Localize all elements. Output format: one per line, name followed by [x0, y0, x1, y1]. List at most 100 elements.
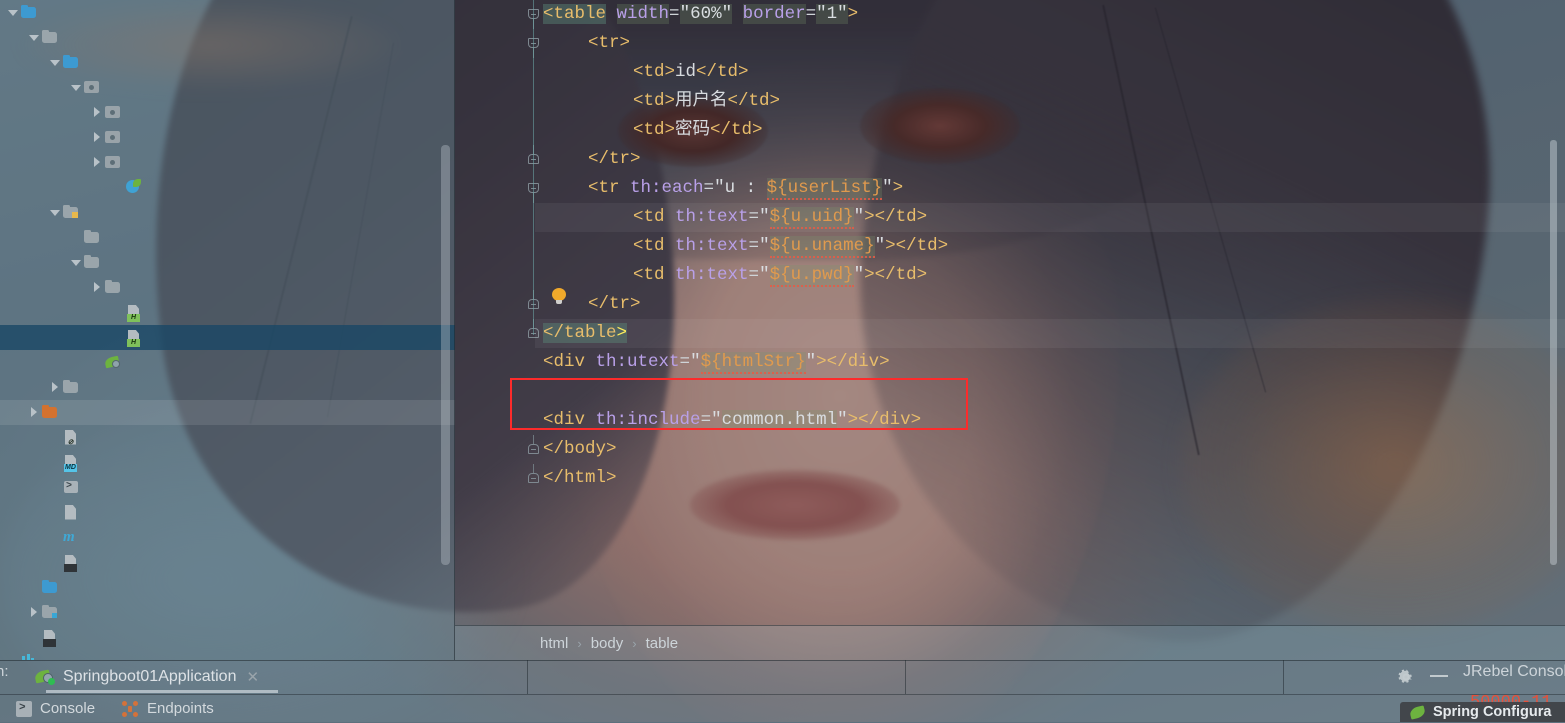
- code-line[interactable]: <td>id</td>: [535, 58, 749, 87]
- project-tree-item-help-md[interactable]: MD: [0, 450, 455, 475]
- project-tree-item-static[interactable]: [0, 225, 455, 250]
- minimize-icon[interactable]: [1430, 675, 1448, 677]
- project-tree-item-application-yml[interactable]: [0, 350, 455, 375]
- editor-code-area[interactable]: <table width="60%" border="1"> <tr> <td>id…: [535, 0, 1565, 625]
- breadcrumb[interactable]: html › body › table: [455, 625, 1565, 660]
- run-tool-window-label: n:: [0, 663, 9, 680]
- chevron-right-icon[interactable]: [27, 400, 41, 425]
- project-tree-item-configurationproperties[interactable]: [0, 100, 455, 125]
- project-tree-item-test[interactable]: [0, 375, 455, 400]
- project-tree-item-com-tanle-springboot01[interactable]: [0, 75, 455, 100]
- run-subtabs[interactable]: Console Endpoints: [16, 695, 240, 722]
- spring-boot-class-icon: [125, 175, 143, 200]
- code-line[interactable]: </table>: [535, 319, 1565, 348]
- spring-configuration-popup[interactable]: Spring Configura: [1400, 702, 1565, 722]
- code-line[interactable]: </body>: [535, 435, 617, 464]
- breadcrumb-item-html[interactable]: html: [540, 635, 568, 652]
- breadcrumb-item-body[interactable]: body: [591, 635, 624, 652]
- project-tree-item-springboot01application[interactable]: [0, 175, 455, 200]
- markdown-file-icon: MD: [62, 450, 80, 475]
- chevron-right-icon[interactable]: [48, 375, 62, 400]
- code-token: </td>: [696, 62, 749, 82]
- code-token: >: [864, 265, 875, 285]
- breadcrumb-item-table[interactable]: table: [646, 635, 679, 652]
- project-tree-item-resources[interactable]: [0, 200, 455, 225]
- subtab-endpoints[interactable]: Endpoints: [121, 700, 214, 717]
- chevron-down-icon[interactable]: [48, 50, 62, 75]
- folder-icon: [83, 250, 101, 275]
- code-line[interactable]: <td>用户名</td>: [535, 87, 780, 116]
- code-line[interactable]: <td th:text="${u.uid}"></td>: [535, 203, 1565, 232]
- project-tree-item-mvnw-cmd[interactable]: [0, 500, 455, 525]
- project-tree-item-t243-iml[interactable]: [0, 625, 455, 650]
- code-token: 用户名: [675, 91, 728, 111]
- code-token: </td>: [874, 207, 928, 227]
- project-tree-item-controller[interactable]: [0, 125, 455, 150]
- chevron-right-icon[interactable]: [27, 600, 41, 625]
- code-line[interactable]: <td th:text="${u.pwd}"></td>: [535, 261, 927, 290]
- gear-icon[interactable]: [1396, 667, 1416, 687]
- run-tab-springboot01application[interactable]: Springboot01Application ✕: [28, 660, 528, 694]
- code-token: <td: [633, 265, 665, 285]
- close-icon[interactable]: ✕: [246, 668, 259, 686]
- code-token: ": [805, 352, 817, 372]
- project-tree-item-freemarker[interactable]: [0, 275, 455, 300]
- project-tree-item-entity[interactable]: [0, 150, 455, 175]
- project-tree-item-pom-xml[interactable]: [0, 525, 455, 550]
- project-scrollbar[interactable]: [1550, 140, 1557, 565]
- code-line[interactable]: <tr>: [535, 29, 630, 58]
- code-line[interactable]: </tr>: [535, 145, 641, 174]
- project-tree-item-springboot01-iml[interactable]: [0, 550, 455, 575]
- project-tool-window[interactable]: H H ⊘ MD: [0, 0, 455, 660]
- project-tree[interactable]: H H ⊘ MD: [0, 0, 455, 660]
- project-tree-item-mvnw[interactable]: [0, 475, 455, 500]
- project-tree-item-gitignore[interactable]: ⊘: [0, 425, 455, 450]
- project-tree-item-src[interactable]: [0, 575, 455, 600]
- code-line[interactable]: <tr th:each="u : ${userList}">: [535, 174, 903, 203]
- code-token: </html>: [543, 468, 617, 488]
- chevron-right-icon[interactable]: [90, 150, 104, 175]
- editor-scrollbar[interactable]: [441, 145, 450, 565]
- chevron-down-icon[interactable]: [69, 250, 83, 275]
- code-token: <td>: [633, 91, 676, 111]
- project-tree-item-src[interactable]: [0, 0, 455, 25]
- project-tree-item-target[interactable]: [0, 400, 455, 425]
- project-tree-item-external-libraries[interactable]: [0, 650, 455, 660]
- project-tree-item-main[interactable]: [0, 25, 455, 50]
- project-tree-item-lista-html[interactable]: H: [0, 325, 455, 350]
- intention-bulb-icon[interactable]: [552, 288, 566, 305]
- chevron-right-icon[interactable]: [90, 100, 104, 125]
- project-tree-item-java[interactable]: [0, 50, 455, 75]
- code-line[interactable]: <table width="60%" border="1">: [535, 0, 858, 29]
- indent-guide: [533, 0, 534, 335]
- code-token: </td>: [727, 91, 781, 111]
- code-line[interactable]: </html>: [535, 464, 617, 493]
- subtab-endpoints-label: Endpoints: [147, 700, 214, 717]
- chevron-right-icon: ›: [632, 635, 637, 651]
- project-tree-item-templates[interactable]: [0, 250, 455, 275]
- chevron-down-icon[interactable]: [69, 75, 83, 100]
- code-line[interactable]: <div th:utext="${htmlStr}"></div>: [535, 348, 890, 377]
- code-line[interactable]: <td th:text="${u.uname}"></td>: [535, 232, 948, 261]
- project-editor-divider[interactable]: [454, 0, 455, 660]
- code-token: "1": [816, 4, 848, 24]
- project-tree-item-common-html[interactable]: H: [0, 300, 455, 325]
- code-line[interactable]: <td>密码</td>: [535, 116, 763, 145]
- code-token: </tr>: [588, 294, 641, 314]
- project-tree-item-ssm[interactable]: [0, 600, 455, 625]
- jrebel-console-tab[interactable]: JRebel Consol: [1463, 663, 1565, 681]
- editor-gutter[interactable]: [455, 0, 539, 625]
- chevron-down-icon[interactable]: [48, 200, 62, 225]
- toolwindow-separator: [527, 660, 528, 694]
- code-line[interactable]: </tr>: [535, 290, 641, 319]
- chevron-down-icon[interactable]: [27, 25, 41, 50]
- chevron-right-icon[interactable]: [90, 125, 104, 150]
- chevron-right-icon[interactable]: [90, 275, 104, 300]
- subtab-console[interactable]: Console: [16, 698, 95, 718]
- iml-module-file-icon: [62, 550, 80, 575]
- chevron-down-icon[interactable]: [6, 0, 20, 25]
